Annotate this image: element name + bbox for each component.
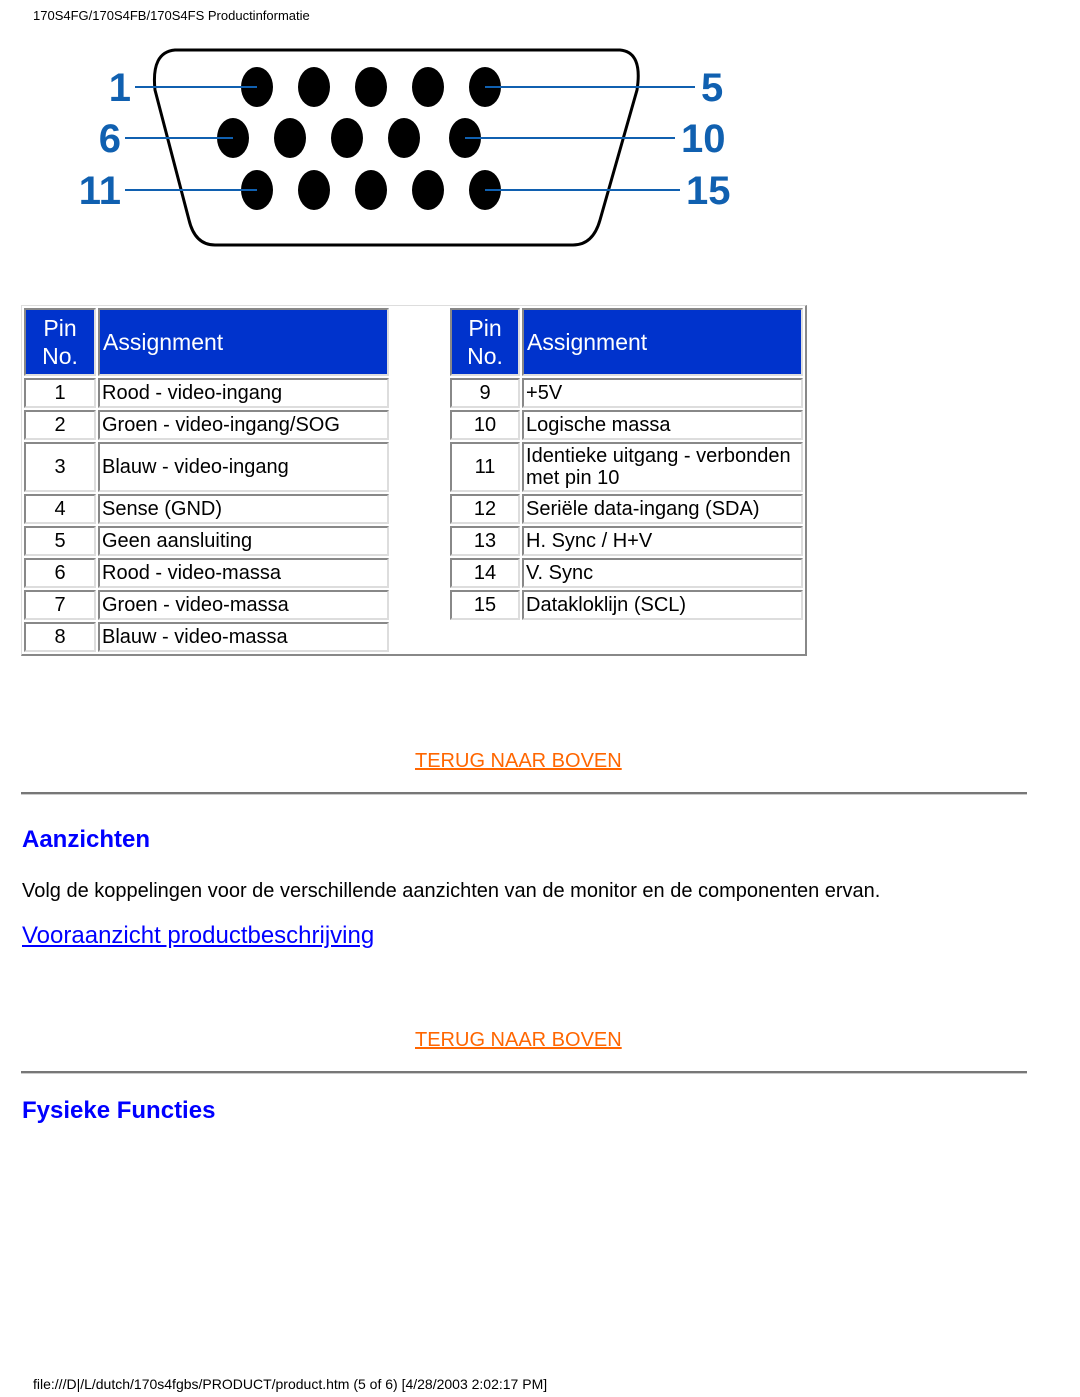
back-to-top-link[interactable]: TERUG NAAR BOVEN bbox=[415, 750, 622, 773]
pin-number: 13 bbox=[450, 526, 521, 556]
table-row: 14 V. Sync bbox=[450, 558, 803, 588]
pin-assignment: Geen aansluiting bbox=[98, 526, 389, 556]
pin-assignment: +5V bbox=[522, 378, 803, 408]
section-divider bbox=[21, 1071, 1027, 1074]
pin-assignment: V. Sync bbox=[522, 558, 803, 588]
pin-number: 7 bbox=[24, 590, 96, 620]
vga-connector-diagram: 1 56 1011 15 bbox=[79, 48, 731, 247]
page-header: 170S4FG/170S4FB/170S4FS Productinformati… bbox=[33, 8, 310, 23]
pin-hole-9 bbox=[388, 118, 420, 158]
section-text: Volg de koppelingen voor de verschillend… bbox=[22, 880, 881, 902]
pin-label: 11 bbox=[79, 169, 121, 213]
pin-number: 1 bbox=[24, 378, 96, 408]
pin-label: 5 bbox=[701, 66, 723, 110]
section-heading-fysieke-functies: Fysieke Functies bbox=[22, 1097, 216, 1124]
pin-number: 8 bbox=[24, 622, 96, 652]
assignment-header: Assignment bbox=[522, 308, 803, 376]
pin-number: 14 bbox=[450, 558, 521, 588]
pin-assignment: Seriële data-ingang (SDA) bbox=[522, 494, 803, 524]
pin-hole-7 bbox=[274, 118, 306, 158]
pin-label: 15 bbox=[686, 169, 731, 213]
pin-assignment: Groen - video-ingang/SOG bbox=[98, 410, 389, 440]
table-row: 10 Logische massa bbox=[450, 410, 803, 440]
pin-number: 12 bbox=[450, 494, 521, 524]
table-row: 2 Groen - video-ingang/SOG bbox=[24, 410, 389, 440]
pin-assignment-table: Pin No. Assignment 1 Rood - video-ingang 2… bbox=[21, 305, 807, 656]
pin-number: 3 bbox=[24, 442, 96, 492]
pin-assignment: Blauw - video-ingang bbox=[98, 442, 389, 492]
pin-number: 15 bbox=[450, 590, 521, 620]
pin-number: 9 bbox=[450, 378, 521, 408]
table-row: 11 Identieke uitgang - verbonden met pin … bbox=[450, 442, 803, 492]
table-row: 4 Sense (GND) bbox=[24, 494, 389, 524]
pin-no-header: Pin No. bbox=[24, 308, 96, 376]
table-row: 7 Groen - video-massa bbox=[24, 590, 389, 620]
table-row: 6 Rood - video-massa bbox=[24, 558, 389, 588]
pin-assignment: Datakloklijn (SCL) bbox=[522, 590, 803, 620]
back-to-top-link[interactable]: TERUG NAAR BOVEN bbox=[415, 1029, 622, 1052]
pin-number: 6 bbox=[24, 558, 96, 588]
table-row: 13 H. Sync / H+V bbox=[450, 526, 803, 556]
table-row: 15 Datakloklijn (SCL) bbox=[450, 590, 803, 620]
table-row: 5 Geen aansluiting bbox=[24, 526, 389, 556]
pin-hole-2 bbox=[298, 67, 330, 107]
pin-hole-4 bbox=[412, 67, 444, 107]
table-row: 9 +5V bbox=[450, 378, 803, 408]
pin-number: 5 bbox=[24, 526, 96, 556]
pin-hole-14 bbox=[412, 170, 444, 210]
pin-assignment: Rood - video-ingang bbox=[98, 378, 389, 408]
pin-assignment: Blauw - video-massa bbox=[98, 622, 389, 652]
table-row: 12 Seriële data-ingang (SDA) bbox=[450, 494, 803, 524]
pin-number: 10 bbox=[450, 410, 521, 440]
pin-hole-8 bbox=[331, 118, 363, 158]
pin-label: 10 bbox=[681, 117, 726, 161]
pin-hole-13 bbox=[355, 170, 387, 210]
table-row: 8 Blauw - video-massa bbox=[24, 622, 389, 652]
section-divider bbox=[21, 792, 1027, 795]
pin-assignment: Groen - video-massa bbox=[98, 590, 389, 620]
pin-number: 2 bbox=[24, 410, 96, 440]
pin-number: 4 bbox=[24, 494, 96, 524]
pin-assignment: Sense (GND) bbox=[98, 494, 389, 524]
section-heading-aanzichten: Aanzichten bbox=[22, 826, 151, 853]
pin-no-header: Pin No. bbox=[450, 308, 521, 376]
pin-assignment: H. Sync / H+V bbox=[522, 526, 803, 556]
page-footer: file:///D|/L/dutch/170s4fgbs/PRODUCT/pro… bbox=[33, 1376, 548, 1392]
pin-table-left: Pin No. Assignment 1 Rood - video-ingang 2… bbox=[22, 306, 391, 654]
assignment-header: Assignment bbox=[98, 308, 389, 376]
table-row: 3 Blauw - video-ingang bbox=[24, 442, 389, 492]
pin-number: 11 bbox=[450, 442, 521, 492]
pin-assignment: Identieke uitgang - verbonden met pin 10 bbox=[522, 442, 803, 492]
pin-label: 6 bbox=[99, 117, 121, 161]
front-view-link[interactable]: Vooraanzicht productbeschrijving bbox=[22, 922, 374, 950]
pin-assignment: Logische massa bbox=[522, 410, 803, 440]
pin-hole-12 bbox=[298, 170, 330, 210]
table-row: 1 Rood - video-ingang bbox=[24, 378, 389, 408]
pin-hole-3 bbox=[355, 67, 387, 107]
pin-label: 1 bbox=[109, 66, 131, 110]
pin-assignment: Rood - video-massa bbox=[98, 558, 389, 588]
pin-table-right: Pin No. Assignment 9 +5V 10 Logische massa 1… bbox=[448, 306, 805, 622]
